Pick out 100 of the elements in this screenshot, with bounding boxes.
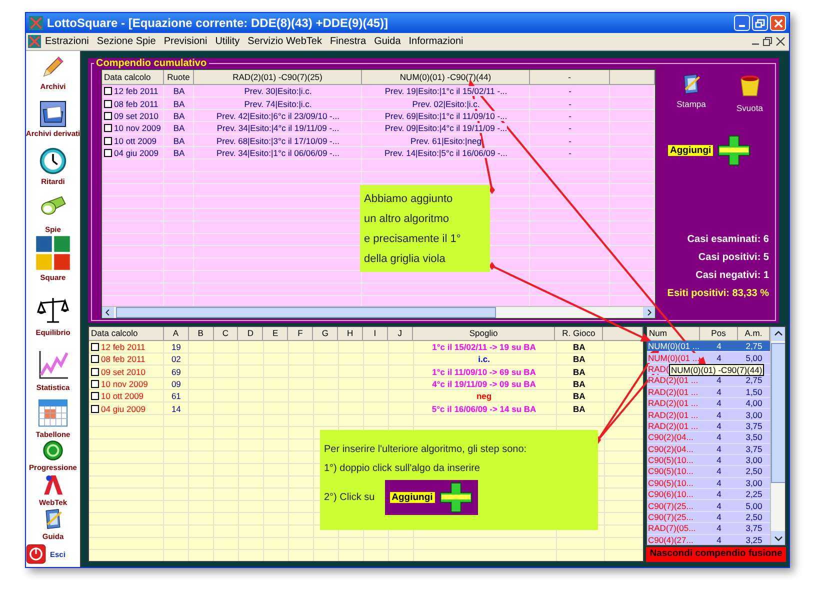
- list-row[interactable]: C90(2)(04... 4 3,50: [647, 432, 770, 444]
- table-cell: C90(2)(04...: [648, 432, 694, 442]
- list-row[interactable]: C90(5)(10... 4 2,50: [647, 466, 770, 478]
- table-cell: Prev. 74|Esito:|i.c.: [244, 98, 312, 109]
- list-row[interactable]: RAD(2)(01 ... 4 4,00: [647, 398, 770, 410]
- list-row[interactable]: RAD(2)(01 ... 4 2,75: [647, 375, 770, 387]
- table-cell: 09: [171, 379, 181, 390]
- column-header[interactable]: RAD(2)(01) -C90(7)(25): [194, 70, 362, 85]
- list-row[interactable]: RAD( NUM(0)(01) -C90(7)(44): [647, 364, 770, 376]
- scroll-thumb[interactable]: [771, 343, 785, 483]
- table-cell: 3,00: [746, 455, 762, 466]
- table-cell: C90(5)(10...: [648, 478, 694, 488]
- column-header[interactable]: I: [362, 327, 388, 341]
- table-cell: C90(5)(10...: [648, 466, 694, 476]
- restore-icon[interactable]: [763, 37, 772, 46]
- toolbar-button[interactable]: Stampa: [669, 73, 714, 115]
- column-header[interactable]: -: [530, 70, 610, 85]
- table-cell: 4: [716, 489, 722, 500]
- checkbox[interactable]: [91, 392, 99, 400]
- table-cell: 2,75: [746, 341, 762, 352]
- list-row[interactable]: C90(2)(04... 4 3,75: [647, 444, 770, 455]
- checkbox[interactable]: [104, 87, 112, 96]
- table-cell: BA: [173, 98, 185, 109]
- table-cell: 61: [171, 391, 181, 402]
- column-header[interactable]: E: [263, 327, 288, 341]
- list-row[interactable]: C90(7)(25... 4 5,00: [647, 500, 770, 512]
- list-row[interactable]: RAD(7)(05... 4 3,75: [647, 523, 770, 535]
- menu-item[interactable]: Informazioni: [408, 34, 464, 49]
- column-header[interactable]: H: [338, 327, 363, 341]
- maximize-button[interactable]: [752, 15, 768, 31]
- checkbox[interactable]: [104, 112, 112, 120]
- column-header[interactable]: G: [313, 327, 338, 341]
- add-button[interactable]: Aggiungi: [668, 134, 779, 166]
- table-cell: 4: [716, 410, 722, 420]
- column-header[interactable]: Spoglio: [412, 327, 556, 341]
- list-row[interactable]: C90(6)(10... 4 2,25: [647, 489, 770, 500]
- checkbox[interactable]: [104, 124, 112, 132]
- table-cell: 19: [171, 342, 181, 352]
- list-row[interactable]: C90(5)(10... 4 3,00: [647, 454, 770, 466]
- tooltip: NUM(0)(01) -C90(7)(44): [669, 364, 764, 376]
- menu-item[interactable]: Estrazioni: [45, 34, 89, 49]
- list-row[interactable]: RAD(2)(01 ... 4 3,75: [647, 420, 770, 432]
- checkbox[interactable]: [91, 404, 99, 413]
- table-cell: 04 giu 2009: [101, 404, 146, 414]
- list-row[interactable]: RAD(2)(01 ... 4 3,00: [647, 409, 770, 421]
- checkbox[interactable]: [91, 355, 99, 364]
- table-cell: 10 ott 2009: [114, 136, 157, 146]
- menu-item[interactable]: Servizio WebTek: [248, 34, 322, 49]
- blank-header[interactable]: [603, 327, 643, 341]
- column-header[interactable]: B: [188, 327, 214, 341]
- list-row[interactable]: RAD(2)(01 ... 4 1,50: [647, 386, 770, 398]
- table-cell: Prev. 14|Esito:|5°c il 16/06/09 -...: [384, 148, 508, 158]
- table-cell: 10 ott 2009: [101, 391, 144, 402]
- minimize-button[interactable]: [734, 15, 750, 31]
- column-header[interactable]: R. Gioco: [555, 327, 604, 341]
- checkbox[interactable]: [104, 100, 112, 108]
- list-row[interactable]: C90(5)(10... 4 3,00: [647, 478, 770, 490]
- column-header[interactable]: Ruote: [164, 70, 194, 85]
- list-row[interactable]: C90(7)(25... 4 2,50: [647, 512, 770, 524]
- close-button[interactable]: [770, 15, 786, 31]
- checkbox[interactable]: [104, 149, 112, 158]
- minimize-icon[interactable]: [752, 43, 759, 45]
- vertical-scrollbar[interactable]: [770, 327, 785, 545]
- table-cell: C90(7)(25...: [648, 512, 694, 522]
- column-header[interactable]: C: [214, 327, 238, 341]
- menu-item[interactable]: Sezione Spie: [96, 34, 156, 49]
- table-cell: BA: [173, 148, 185, 158]
- column-header[interactable]: D: [238, 327, 264, 341]
- close-icon[interactable]: [776, 37, 785, 46]
- list-row[interactable]: NUM(0)(01 ... 4 5,00: [647, 352, 770, 364]
- table-cell: BA: [173, 110, 185, 121]
- checkbox[interactable]: [91, 380, 99, 388]
- horizontal-scrollbar[interactable]: [102, 306, 655, 318]
- table-cell: 4: [716, 341, 722, 352]
- table-cell: 3,75: [746, 444, 762, 454]
- add-label: Aggiungi: [390, 492, 435, 503]
- app-icon: [29, 16, 43, 30]
- scroll-thumb[interactable]: [116, 307, 496, 318]
- column-header[interactable]: NUM(0)(01) -C90(7)(44): [362, 70, 530, 85]
- table-cell: i.c.: [478, 354, 490, 364]
- toolbar-button[interactable]: Svuota: [728, 73, 772, 115]
- column-header[interactable]: A: [164, 327, 189, 341]
- column-header[interactable]: Data calcolo: [102, 70, 164, 85]
- hide-button[interactable]: Nascondi compendio fusione: [646, 547, 786, 562]
- checkbox[interactable]: [104, 136, 112, 145]
- column-header[interactable]: J: [388, 327, 413, 341]
- list-row[interactable]: NUM(0)(01 ... 4 2,75: [647, 341, 770, 352]
- table-cell: RAD(7)(05...: [648, 523, 696, 534]
- menu-item[interactable]: Utility: [215, 34, 240, 49]
- checkbox[interactable]: [91, 343, 99, 352]
- table-cell: 4: [716, 420, 722, 431]
- column-header[interactable]: F: [288, 327, 314, 341]
- column-header[interactable]: Data calcolo: [89, 327, 164, 341]
- table-cell: 04 giu 2009: [114, 148, 158, 158]
- menu-item[interactable]: Guida: [374, 34, 401, 49]
- checkbox[interactable]: [91, 368, 99, 376]
- table-cell: 14: [171, 404, 181, 414]
- menu-item[interactable]: Previsioni: [164, 34, 208, 49]
- list-row[interactable]: C90(4)(27... 4 3,25: [647, 534, 770, 545]
- menu-item[interactable]: Finestra: [330, 34, 366, 49]
